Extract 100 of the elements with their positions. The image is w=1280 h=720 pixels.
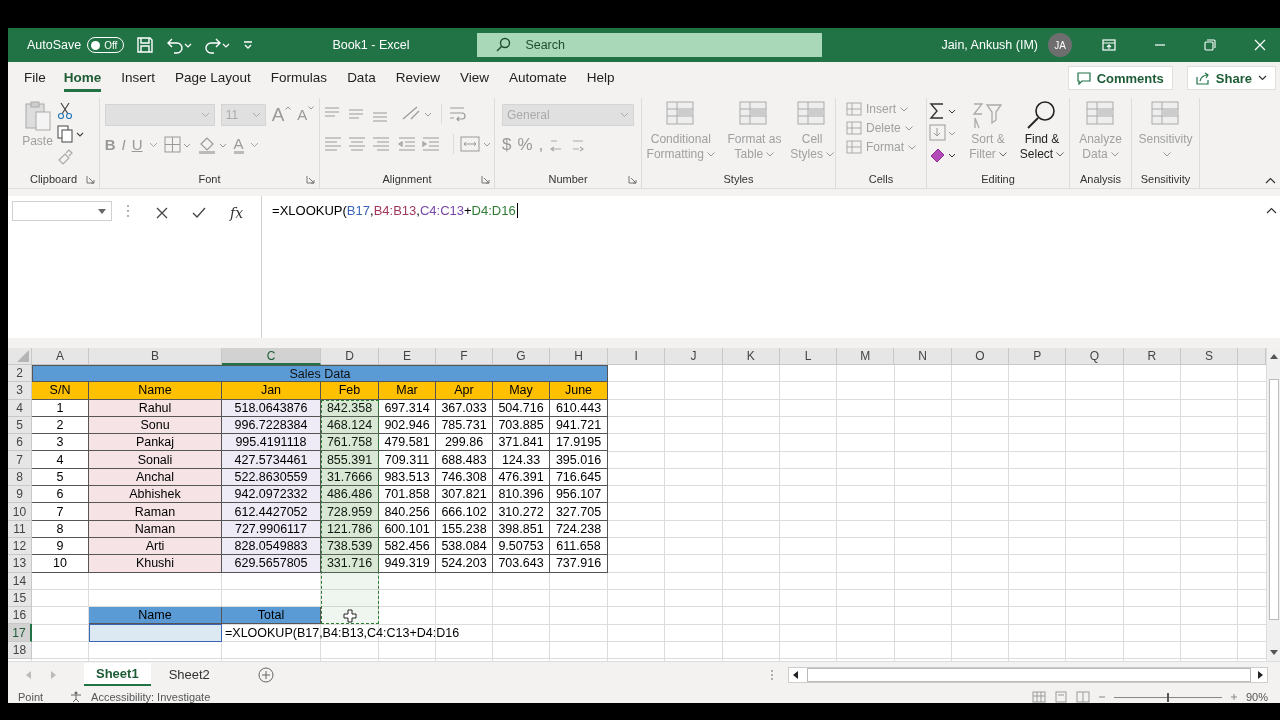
ribbon-tab[interactable]: Help xyxy=(586,64,615,92)
column-header[interactable]: I xyxy=(608,348,666,365)
enter-icon[interactable] xyxy=(192,207,206,219)
table-cell: 995.4191118 xyxy=(222,434,321,452)
column-header[interactable]: H xyxy=(550,348,608,365)
zoom-level[interactable]: 90% xyxy=(1245,691,1268,703)
row-header[interactable]: 16 xyxy=(8,607,32,625)
restore-icon[interactable] xyxy=(1204,39,1216,51)
ribbon-tab[interactable]: Home xyxy=(63,64,102,92)
table-cell: 7 xyxy=(32,503,89,521)
row-header[interactable]: 7 xyxy=(8,451,32,469)
scroll-thumb[interactable] xyxy=(1268,379,1279,620)
zoom-in-icon[interactable] xyxy=(1229,693,1238,701)
zoom-out-icon[interactable] xyxy=(1097,693,1106,701)
ribbon-tab[interactable]: View xyxy=(459,64,489,92)
row-header[interactable]: 10 xyxy=(8,503,32,521)
column-header[interactable]: G xyxy=(493,348,550,365)
copy-icon[interactable] xyxy=(56,125,85,143)
wrap-text-icon[interactable] xyxy=(447,105,468,123)
dialog-launcher-icon[interactable] xyxy=(481,175,490,184)
close-icon[interactable] xyxy=(1254,39,1266,51)
horizontal-scrollbar[interactable] xyxy=(788,666,1268,683)
splitter-icon[interactable] xyxy=(770,668,774,681)
name-box[interactable] xyxy=(12,201,112,221)
collapse-icon[interactable] xyxy=(1266,207,1277,214)
collapse-ribbon-icon[interactable] xyxy=(1265,177,1276,184)
column-header[interactable]: M xyxy=(837,348,895,365)
column-header[interactable]: A xyxy=(32,348,89,365)
column-header[interactable]: L xyxy=(779,348,838,365)
accessibility-icon xyxy=(69,691,84,703)
ribbon-tab[interactable]: Insert xyxy=(121,64,156,92)
row-header[interactable]: 6 xyxy=(8,434,32,452)
ribbon-tab[interactable]: Automate xyxy=(508,64,567,92)
column-header[interactable]: O xyxy=(951,348,1010,365)
ribbon-button[interactable]: Find & Select xyxy=(1017,100,1067,162)
save-icon[interactable] xyxy=(136,36,155,54)
ribbon-tab[interactable]: Formulas xyxy=(270,64,328,92)
cells-icon xyxy=(846,140,862,154)
row-header[interactable]: 3 xyxy=(8,382,32,400)
dialog-launcher-icon[interactable] xyxy=(628,175,637,184)
caret-icon[interactable] xyxy=(249,142,259,148)
search-field[interactable]: Search xyxy=(477,33,823,57)
vertical-scrollbar[interactable] xyxy=(1266,348,1280,661)
scroll-up-icon[interactable] xyxy=(1269,353,1278,359)
cancel-icon[interactable] xyxy=(156,207,168,219)
share-button[interactable]: Share xyxy=(1186,66,1276,90)
column-header[interactable]: B xyxy=(89,348,222,365)
caret-icon[interactable] xyxy=(148,142,158,148)
row-header[interactable]: 2 xyxy=(8,365,32,383)
ribbon-tab[interactable]: Review xyxy=(395,64,440,92)
ribbon-tab[interactable]: Page Layout xyxy=(175,64,251,92)
accessibility-status[interactable]: Accessibility: Investigate xyxy=(91,691,211,703)
next-sheet-icon[interactable] xyxy=(50,670,56,679)
column-header[interactable]: K xyxy=(722,348,780,365)
dialog-launcher-icon[interactable] xyxy=(306,175,315,184)
column-header[interactable]: Q xyxy=(1066,348,1124,365)
column-header[interactable]: C xyxy=(222,348,321,365)
ribbon-tab[interactable]: Data xyxy=(347,64,376,92)
normal-view-icon[interactable] xyxy=(1031,691,1046,703)
column-header[interactable]: N xyxy=(894,348,952,365)
format-painter-icon[interactable] xyxy=(56,148,73,166)
column-header[interactable]: J xyxy=(665,348,723,365)
merge-center-icon[interactable] xyxy=(459,135,492,153)
add-sheet-icon[interactable] xyxy=(257,666,274,683)
redo-icon[interactable] xyxy=(204,36,231,54)
column-header[interactable]: F xyxy=(436,348,493,365)
borders-icon[interactable] xyxy=(163,136,192,154)
column-header[interactable]: D xyxy=(321,348,379,365)
formula-input[interactable]: =XLOOKUP(B17,B4:B13,C4:C13+D4:D16 xyxy=(261,196,1280,338)
sheet-tab[interactable]: Sheet2 xyxy=(156,664,222,685)
select-all-icon[interactable] xyxy=(17,350,29,362)
column-header-cell: Name xyxy=(89,382,222,400)
user-avatar[interactable]: JA xyxy=(1048,33,1072,57)
comments-button[interactable]: Comments xyxy=(1067,66,1173,90)
scroll-left-icon[interactable] xyxy=(793,670,799,679)
dialog-launcher-icon[interactable] xyxy=(86,175,95,184)
scroll-right-icon[interactable] xyxy=(1257,670,1263,679)
sheet-tab[interactable]: Sheet1 xyxy=(84,663,151,686)
page-layout-icon[interactable] xyxy=(1053,691,1068,703)
column-header[interactable]: E xyxy=(379,348,436,365)
row-header[interactable]: 13 xyxy=(8,555,32,573)
drag-handle-icon[interactable] xyxy=(126,204,130,218)
page-break-icon[interactable] xyxy=(1075,691,1090,703)
ribbon-display-icon[interactable] xyxy=(1102,39,1116,51)
fill-color-icon[interactable] xyxy=(197,136,228,154)
customize-icon[interactable] xyxy=(242,39,255,51)
insert-function-button[interactable]: fx xyxy=(230,205,244,221)
column-header[interactable]: P xyxy=(1009,348,1067,365)
previous-sheet-icon[interactable] xyxy=(26,670,32,679)
scroll-thumb[interactable] xyxy=(807,667,1251,682)
font-name-field[interactable] xyxy=(104,104,215,126)
undo-icon[interactable] xyxy=(166,36,193,54)
zoom-thumb[interactable] xyxy=(1166,692,1169,702)
row-header[interactable]: 9 xyxy=(8,486,32,504)
ribbon-tab[interactable]: File xyxy=(24,64,46,92)
column-header[interactable]: R xyxy=(1123,348,1181,365)
column-header[interactable]: S xyxy=(1180,348,1239,365)
cut-icon[interactable] xyxy=(56,102,73,120)
scroll-down-icon[interactable] xyxy=(1269,650,1278,656)
row-header[interactable]: 17 xyxy=(8,624,32,642)
